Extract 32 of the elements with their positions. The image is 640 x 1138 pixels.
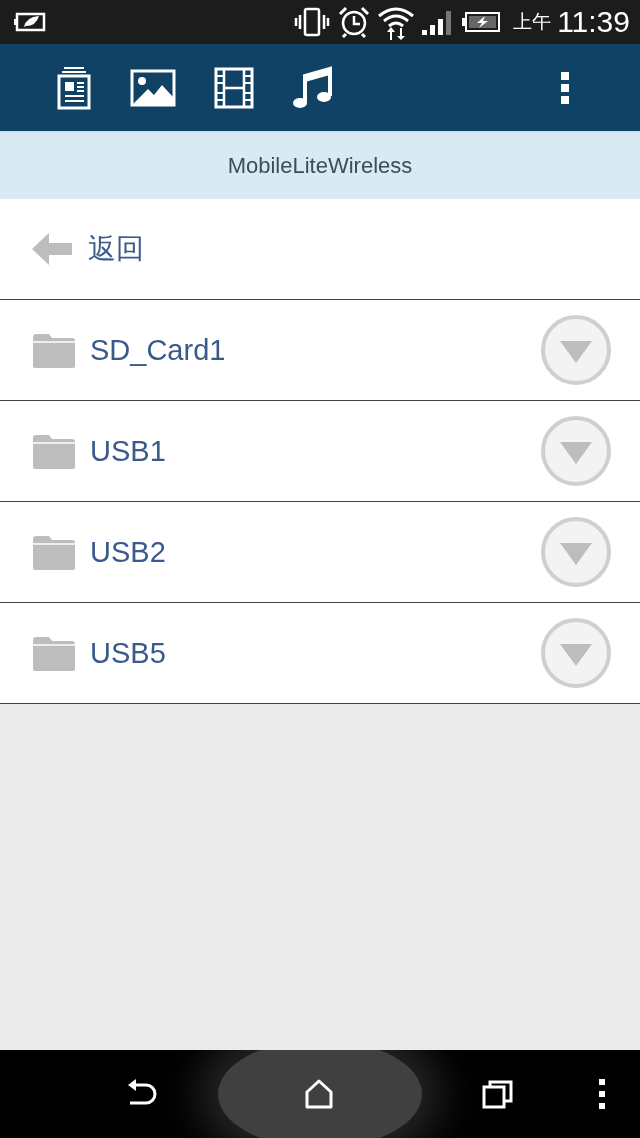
folder-row[interactable]: SD_Card1 [0,300,640,401]
clock-time: 11:39 [557,5,630,39]
battery-charging-icon [461,10,502,34]
folder-icon [32,533,76,571]
folder-name: USB2 [90,535,167,569]
header-title: MobileLiteWireless [227,153,413,179]
home-icon[interactable] [304,1079,334,1109]
back-label: 返回 [88,232,144,266]
folder-icon [32,634,76,672]
back-row[interactable]: 返回 [0,199,640,300]
back-arrow-icon [32,232,74,266]
folder-icon [32,432,76,470]
music-note-icon[interactable] [292,65,332,110]
battery-leaf-icon [14,11,48,33]
overflow-menu-icon[interactable] [560,70,570,105]
back-icon[interactable] [126,1079,158,1107]
alarm-clock-icon [337,6,372,38]
folder-row[interactable]: USB2 [0,502,640,603]
folder-name: SD_Card1 [90,333,227,367]
folder-row[interactable]: USB1 [0,401,640,502]
folder-name: USB5 [90,636,167,670]
folder-row[interactable]: USB5 [0,603,640,704]
image-icon[interactable] [130,68,176,107]
wifi-icon [377,4,416,40]
document-icon[interactable] [56,65,92,110]
folder-icon [32,331,76,369]
film-strip-icon[interactable] [214,66,254,109]
folder-name: USB1 [90,434,167,468]
vibrate-icon [293,7,332,37]
overflow-menu-icon[interactable] [598,1079,606,1109]
recent-apps-icon[interactable] [482,1079,514,1109]
time-meridiem: 上午 [513,10,552,34]
